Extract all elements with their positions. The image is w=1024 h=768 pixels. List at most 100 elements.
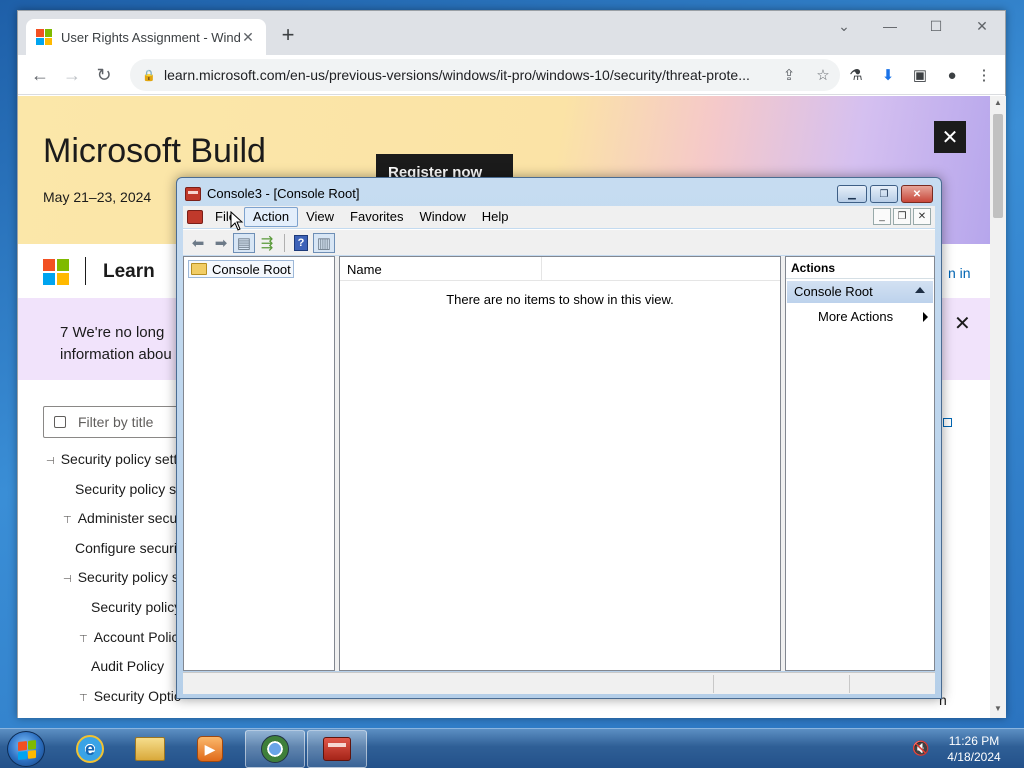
more-actions-item[interactable]: More Actions <box>818 309 930 324</box>
toc-item[interactable]: ⊤ Account Polic <box>79 629 179 649</box>
microsoft-logo-icon <box>36 29 52 45</box>
scroll-up-icon[interactable]: ▲ <box>990 98 1006 107</box>
clock-date: 4/18/2024 <box>947 750 1001 764</box>
menu-kebab-icon[interactable]: ⋮ <box>972 63 996 87</box>
tree-item-console-root[interactable]: Console Root <box>188 260 294 278</box>
toc-item[interactable]: Configure securi <box>75 540 177 560</box>
volume-muted-icon[interactable]: 🔇 <box>912 740 929 757</box>
taskbar: e ▶ 🔇 11:26 PM 4/18/2024 <box>0 728 1024 768</box>
forward-arrow-icon[interactable]: ➡ <box>210 233 232 253</box>
mmc-close-button[interactable]: ✕ <box>901 185 933 203</box>
child-minimize-button[interactable]: _ <box>873 208 891 225</box>
show-hide-tree-icon[interactable]: ▤ <box>233 232 255 253</box>
back-icon[interactable]: ← <box>28 63 52 87</box>
tab-close-icon[interactable]: ✕ <box>240 29 256 46</box>
column-header-name[interactable]: Name <box>340 257 542 281</box>
taskbar-clock[interactable]: 11:26 PM 4/18/2024 <box>936 733 1012 765</box>
taskbar-mmc[interactable] <box>307 730 367 768</box>
maximize-button[interactable]: ☐ <box>913 11 959 41</box>
toc-item[interactable]: Security policy <box>91 599 181 619</box>
scroll-down-icon[interactable]: ▼ <box>990 704 1006 713</box>
mmc-toolbar: ⬅ ➡ ▤ ⇶ ? ▥ <box>183 229 935 255</box>
collapse-caret-icon[interactable] <box>915 287 925 293</box>
taskbar-explorer[interactable] <box>120 730 180 768</box>
back-arrow-icon[interactable]: ⬅ <box>187 233 209 253</box>
folder-icon <box>135 737 165 761</box>
tab-strip: User Rights Assignment - Windo ✕ + ⌄ — ☐… <box>18 11 1005 55</box>
bookmark-star-icon[interactable]: ☆ <box>806 66 840 84</box>
scroll-thumb[interactable] <box>993 114 1003 218</box>
toc-item[interactable]: ⊣ Security policy sett <box>46 451 177 471</box>
download-icon[interactable]: ⬇ <box>876 63 900 87</box>
lock-icon[interactable]: 🔒 <box>142 69 156 82</box>
toc-item[interactable]: ⊤ Security Optic <box>79 688 181 708</box>
minimize-button[interactable]: — <box>867 11 913 41</box>
clock-time: 11:26 PM <box>948 734 1000 748</box>
empty-message: There are no items to show in this view. <box>446 292 674 307</box>
toolbar-separator <box>284 233 285 252</box>
taskbar-internet-explorer[interactable]: e <box>60 730 120 768</box>
internet-explorer-icon: e <box>76 735 104 763</box>
console-tree-pane: Console Root <box>183 256 335 671</box>
browser-tab[interactable]: User Rights Assignment - Windo ✕ <box>26 19 266 55</box>
tree-item-label: Console Root <box>212 261 291 277</box>
start-button[interactable] <box>7 731 45 767</box>
mmc-restore-button[interactable]: ❐ <box>870 185 898 203</box>
browser-toolbar: ← → ↻ 🔒 learn.microsoft.com/en-us/previo… <box>18 55 1005 95</box>
divider <box>85 257 86 285</box>
expand-icon: ⊤ <box>79 693 88 704</box>
reload-icon[interactable]: ↻ <box>92 63 116 87</box>
toc-item[interactable]: ⊣ Security policy s <box>63 569 179 589</box>
side-panel-icon[interactable]: ▣ <box>908 63 932 87</box>
menu-view[interactable]: View <box>298 207 342 227</box>
expand-icon: ⊤ <box>79 634 88 645</box>
toc-item[interactable]: Security policy s <box>75 481 176 501</box>
banner-close-button[interactable]: ✕ <box>934 121 966 153</box>
actions-section-console-root[interactable]: Console Root <box>787 281 933 303</box>
windows-logo-icon <box>18 740 36 760</box>
close-button[interactable]: ✕ <box>959 11 1005 41</box>
new-tab-button[interactable]: + <box>276 23 300 47</box>
sign-in-link[interactable]: n in <box>948 265 971 281</box>
share-icon[interactable]: ⇪ <box>772 66 806 84</box>
filter-input[interactable]: Filter by title <box>43 406 193 438</box>
child-window-controls: _ ❐ ✕ <box>871 208 931 225</box>
results-pane: Name There are no items to show in this … <box>339 256 781 671</box>
mmc-titlebar[interactable]: Console3 - [Console Root] <box>185 186 359 201</box>
forward-icon[interactable]: → <box>60 63 84 87</box>
tab-title: User Rights Assignment - Windo <box>61 29 240 45</box>
actions-header: Actions <box>786 257 934 279</box>
profile-avatar-icon[interactable]: ● <box>940 63 964 87</box>
filter-icon <box>54 416 66 428</box>
banner-title: Microsoft Build <box>43 132 266 170</box>
media-player-icon: ▶ <box>197 736 223 762</box>
taskbar-media-player[interactable]: ▶ <box>180 730 240 768</box>
export-list-icon[interactable]: ⇶ <box>256 233 278 253</box>
folder-icon <box>191 263 207 275</box>
url-text[interactable]: learn.microsoft.com/en-us/previous-versi… <box>164 67 772 83</box>
menu-action[interactable]: Action <box>243 207 299 227</box>
address-bar[interactable]: 🔒 learn.microsoft.com/en-us/previous-ver… <box>130 59 840 91</box>
mmc-status-bar <box>183 672 935 694</box>
show-hide-action-pane-icon[interactable]: ▥ <box>313 232 335 253</box>
microsoft-logo-icon[interactable] <box>43 259 69 285</box>
taskbar-chrome[interactable] <box>245 730 305 768</box>
document-icon[interactable] <box>187 210 203 224</box>
menu-help[interactable]: Help <box>474 207 517 227</box>
browser-window-controls: ⌄ — ☐ ✕ <box>821 11 1005 41</box>
toc-toggle-icon[interactable] <box>943 418 952 427</box>
mmc-minimize-button[interactable]: ▁ <box>837 185 867 203</box>
tab-search-icon[interactable]: ⌄ <box>821 11 867 41</box>
menu-window[interactable]: Window <box>412 207 474 227</box>
child-restore-button[interactable]: ❐ <box>893 208 911 225</box>
help-icon[interactable]: ? <box>290 233 312 253</box>
child-close-button[interactable]: ✕ <box>913 208 931 225</box>
notice-close-button[interactable]: ✕ <box>954 311 971 336</box>
learn-link[interactable]: Learn <box>103 261 155 283</box>
menu-favorites[interactable]: Favorites <box>342 207 411 227</box>
mmc-body: Console Root Name There are no items to … <box>183 256 935 671</box>
toc-item[interactable]: ⊤ Administer secur <box>63 510 182 530</box>
page-scrollbar[interactable]: ▲ ▼ <box>990 96 1006 718</box>
labs-flask-icon[interactable]: ⚗ <box>844 63 868 87</box>
toc-item[interactable]: Audit Policy <box>91 658 164 678</box>
